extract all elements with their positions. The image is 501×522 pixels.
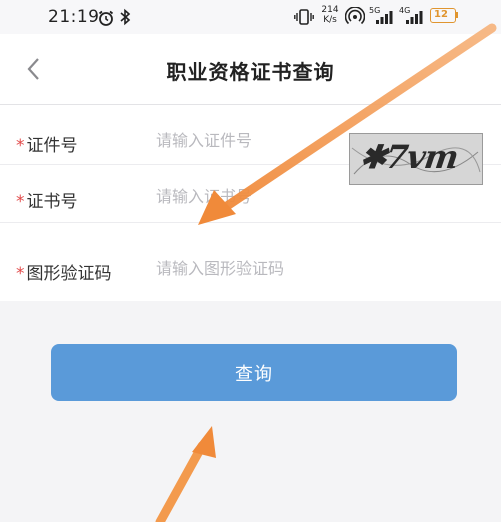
bluetooth-icon: [120, 8, 131, 26]
network-speed-unit: K/s: [323, 15, 337, 25]
captcha-image[interactable]: ✱7vm: [349, 133, 483, 185]
battery-icon: 12: [430, 8, 456, 23]
battery-level: 12: [434, 9, 448, 20]
form-row-captcha: * 图形验证码: [0, 229, 501, 301]
certificate-number-input[interactable]: [156, 187, 476, 206]
id-number-label-text: 证件号: [26, 136, 78, 156]
hotspot-icon: [345, 7, 365, 25]
nav-bar: 职业资格证书查询: [0, 34, 501, 104]
signal-icon: [376, 11, 393, 24]
required-mark: *: [16, 192, 25, 212]
captcha-label-text: 图形验证码: [26, 264, 112, 284]
battery-tip: [456, 12, 458, 18]
required-mark: *: [16, 136, 25, 156]
network-speed-value: 214: [321, 5, 339, 15]
captcha-text: ✱7vm: [357, 138, 461, 176]
required-mark: *: [16, 264, 25, 284]
signal-icon-secondary: [406, 11, 423, 24]
query-button[interactable]: 查询: [51, 344, 457, 401]
content-background: [0, 301, 501, 522]
vibrate-icon: [294, 9, 314, 25]
captcha-input[interactable]: [156, 259, 336, 278]
network-speed: 214 K/s: [321, 5, 339, 25]
id-number-label: * 证件号: [16, 131, 78, 156]
certificate-number-label: * 证书号: [16, 187, 78, 212]
certificate-number-label-text: 证书号: [26, 192, 78, 212]
alarm-icon: [98, 10, 114, 26]
page-title: 职业资格证书查询: [166, 60, 335, 84]
row-divider: [0, 222, 501, 223]
status-bar: 21:19 214 K/s 5G 4G 12: [0, 0, 501, 34]
captcha-label: * 图形验证码: [16, 259, 112, 284]
status-time: 21:19: [48, 7, 100, 27]
